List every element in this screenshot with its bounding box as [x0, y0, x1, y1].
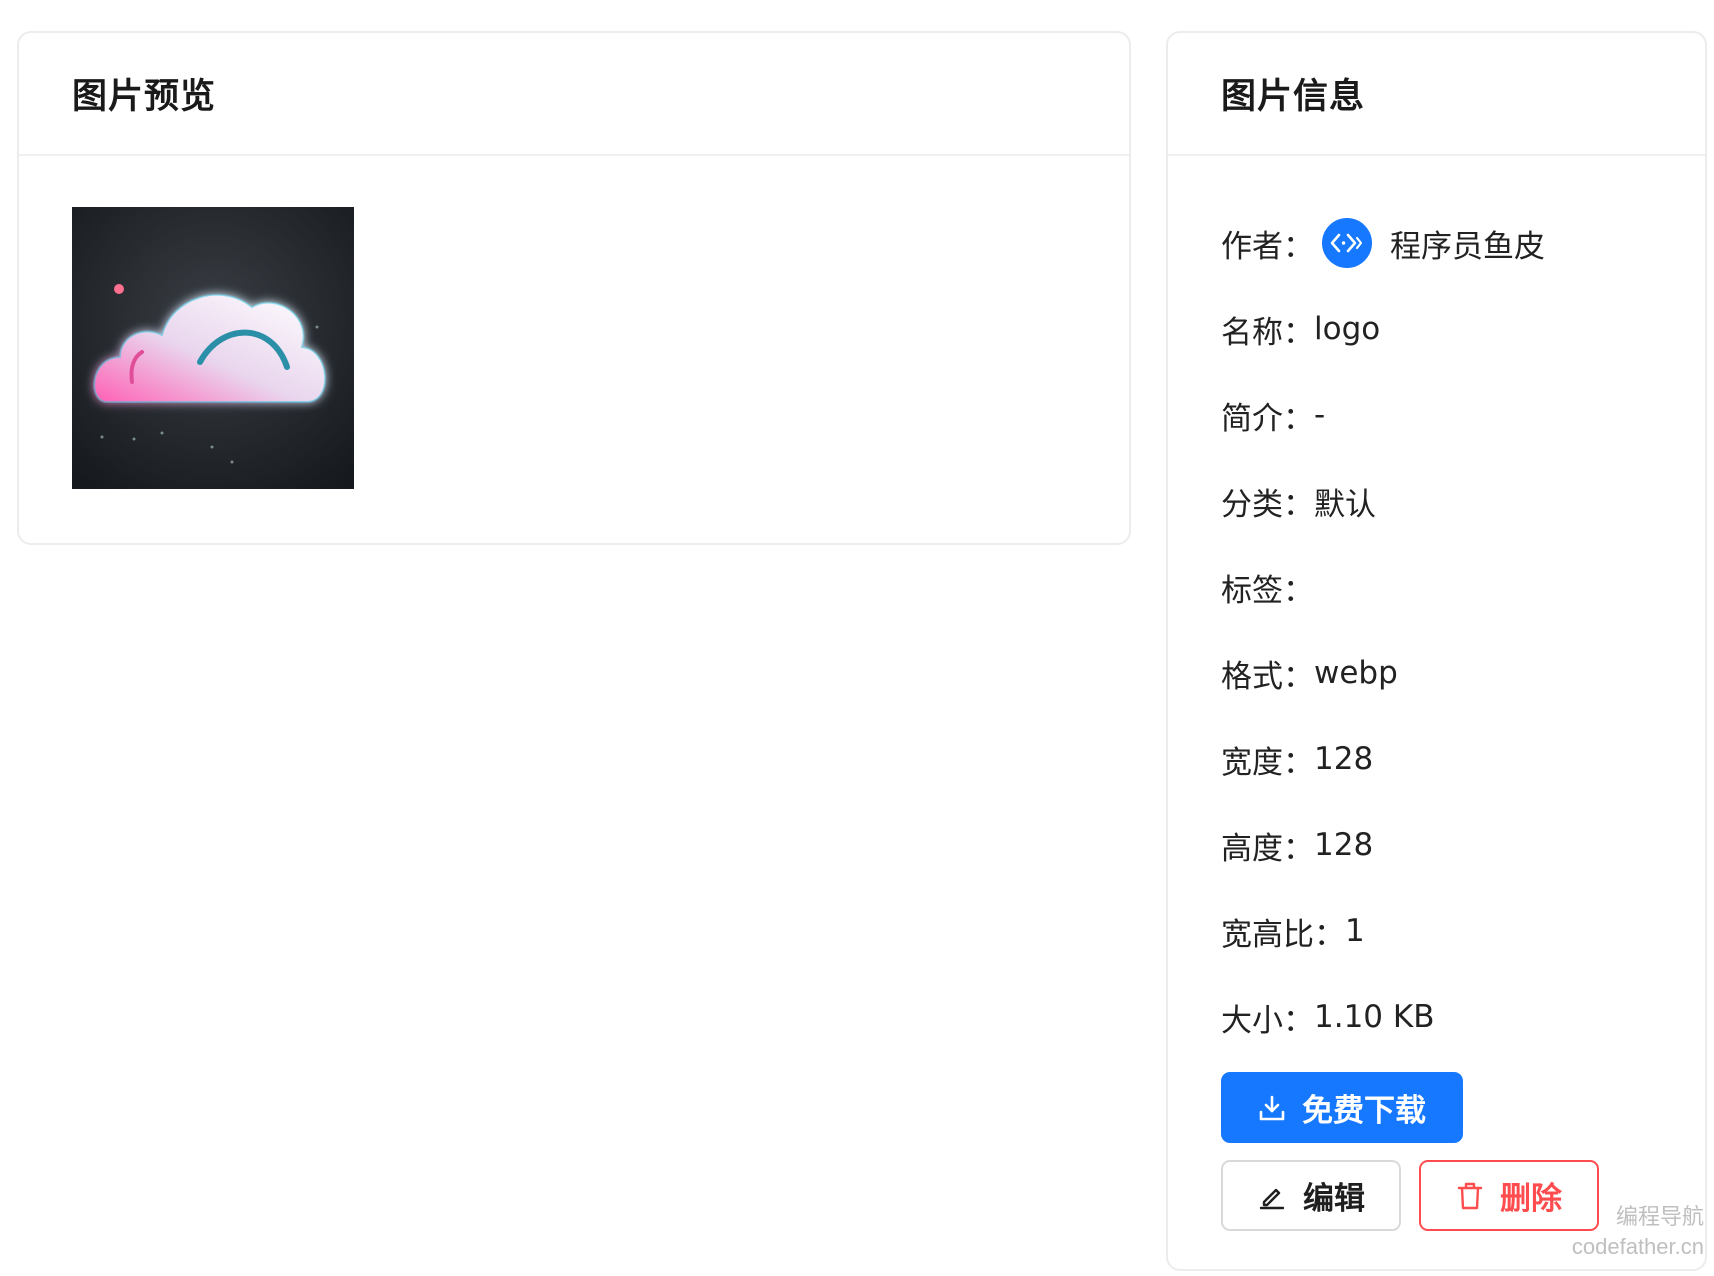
preview-title: 图片预览	[72, 77, 217, 117]
download-icon	[1259, 1095, 1285, 1120]
field-label: 宽度：	[1221, 744, 1314, 781]
download-button[interactable]: 免费下载	[1221, 1072, 1463, 1143]
field-width-row: 宽度： 128	[1221, 716, 1705, 802]
field-label: 格式：	[1221, 658, 1314, 695]
author-row: 作者： 程序员鱼皮	[1221, 200, 1705, 286]
field-tags-row: 标签：	[1221, 544, 1705, 630]
field-value: 1	[1345, 913, 1365, 949]
field-label: 名称：	[1221, 314, 1314, 351]
edit-button-label: 编辑	[1303, 1181, 1365, 1216]
field-name-row: 名称： logo	[1221, 286, 1705, 372]
code-avatar-icon[interactable]	[1322, 218, 1372, 268]
author-label: 作者：	[1221, 228, 1314, 265]
preview-card-header: 图片预览	[19, 33, 1129, 156]
author-name[interactable]: 程序员鱼皮	[1390, 221, 1545, 266]
picture-thumbnail[interactable]	[72, 207, 354, 489]
info-title: 图片信息	[1221, 77, 1366, 117]
field-value: webp	[1314, 655, 1398, 691]
field-value: 1.10 KB	[1314, 999, 1435, 1035]
field-intro-row: 简介： -	[1221, 372, 1705, 458]
field-value: 默认	[1314, 486, 1376, 523]
watermark: 编程导航 codefather.cn	[1572, 1202, 1704, 1262]
field-ratio-row: 宽高比： 1	[1221, 888, 1705, 974]
field-value: -	[1314, 397, 1326, 433]
edit-icon	[1259, 1188, 1285, 1209]
watermark-line2: codefather.cn	[1571, 1234, 1704, 1259]
field-label: 分类：	[1221, 486, 1314, 523]
field-value: logo	[1314, 311, 1381, 347]
delete-icon	[1457, 1182, 1483, 1209]
preview-card: 图片预览	[17, 31, 1131, 545]
field-value: 128	[1314, 741, 1374, 777]
info-card: 图片信息 作者： 程序员鱼皮 名称： logo 简介： - 分类： 默认 标签：…	[1166, 31, 1707, 1271]
preview-card-body	[19, 156, 1129, 540]
edit-button[interactable]: 编辑	[1221, 1160, 1401, 1231]
field-label: 大小：	[1221, 1002, 1314, 1039]
delete-button-label: 删除	[1500, 1181, 1562, 1216]
info-card-header: 图片信息	[1168, 33, 1705, 156]
field-label: 宽高比：	[1221, 916, 1345, 953]
field-size-row: 大小： 1.10 KB	[1221, 974, 1705, 1060]
download-button-label: 免费下载	[1302, 1093, 1426, 1128]
field-label: 简介：	[1221, 400, 1314, 437]
info-card-body: 作者： 程序员鱼皮 名称： logo 简介： - 分类： 默认 标签： 格式： …	[1168, 156, 1705, 1231]
field-label: 标签：	[1221, 572, 1314, 609]
field-format-row: 格式： webp	[1221, 630, 1705, 716]
field-value: 128	[1314, 827, 1374, 863]
field-category-row: 分类： 默认	[1221, 458, 1705, 544]
watermark-line1: 编程导航	[1615, 1204, 1704, 1229]
field-label: 高度：	[1221, 830, 1314, 867]
field-height-row: 高度： 128	[1221, 802, 1705, 888]
